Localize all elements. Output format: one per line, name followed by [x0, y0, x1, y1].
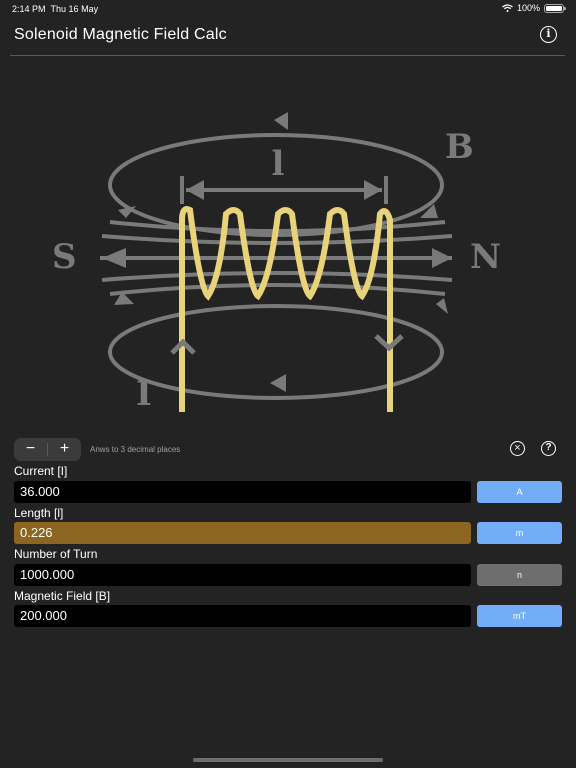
precision-hint: Anws to 3 decimal places [90, 445, 181, 454]
info-icon[interactable]: i [540, 26, 557, 43]
magnetic-field-input[interactable]: 200.000 [14, 605, 471, 627]
length-field-label: Length [l] [14, 506, 64, 520]
calculator-controls: − + Anws to 3 decimal places × ? [14, 438, 562, 462]
current-unit-button[interactable]: A [477, 481, 562, 503]
wifi-icon [502, 4, 513, 12]
north-label: N [470, 237, 501, 277]
turns-input[interactable]: 1000.000 [14, 564, 471, 586]
page-title: Solenoid Magnetic Field Calc [14, 26, 227, 43]
magnetic-field-unit-button[interactable]: mT [477, 605, 562, 627]
magnetic-field-label: Magnetic Field [B] [14, 589, 111, 603]
increase-button[interactable]: + [48, 438, 81, 461]
navigation-bar: Solenoid Magnetic Field Calc i [10, 18, 565, 56]
south-label: S [52, 237, 77, 277]
battery-percent: 100% [516, 3, 540, 13]
status-right: 100% [502, 3, 566, 13]
help-icon[interactable]: ? [541, 441, 556, 456]
field-label: B [445, 127, 474, 167]
current-label: I [136, 374, 152, 414]
current-label: Current [I] [14, 464, 68, 478]
battery-icon [544, 3, 566, 13]
status-time: 2:14 PM Thu 16 May [12, 4, 99, 14]
current-input[interactable]: 36.000 [14, 481, 471, 503]
turns-unit-button[interactable]: n [477, 564, 562, 586]
precision-stepper: − + [14, 438, 81, 461]
home-indicator[interactable] [193, 758, 383, 762]
turns-label: Number of Turn [14, 547, 98, 561]
current-arrows [170, 334, 404, 355]
length-label: l [272, 144, 285, 184]
status-bar: 2:14 PM Thu 16 May 100% [0, 0, 576, 18]
decrease-button[interactable]: − [14, 438, 47, 461]
solenoid-diagram: l B S N I [52, 112, 501, 414]
clear-icon[interactable]: × [510, 441, 525, 456]
length-unit-button[interactable]: m [477, 522, 562, 544]
length-input[interactable]: 0.226 [14, 522, 471, 544]
